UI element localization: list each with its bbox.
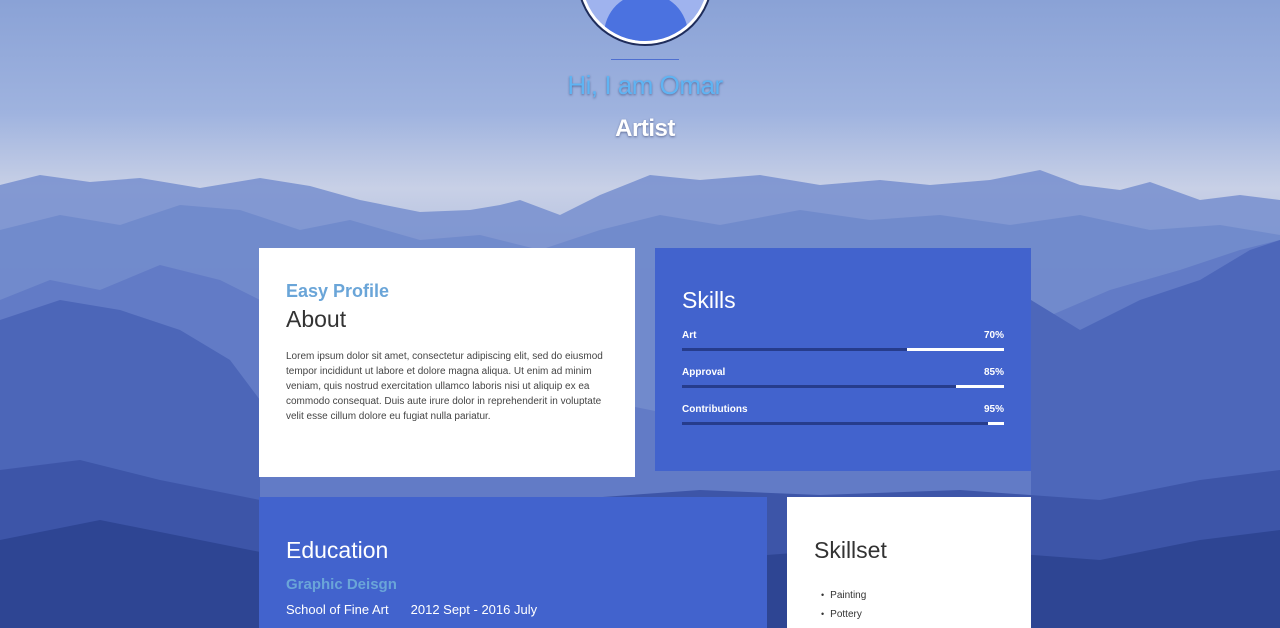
about-text: Lorem ipsum dolor sit amet, consectetur … bbox=[286, 351, 603, 422]
avatar-silhouette bbox=[604, 0, 688, 41]
skillset-title: Skillset bbox=[814, 537, 887, 563]
skill-item: Approval 85% bbox=[682, 367, 1004, 388]
skill-progress-fill bbox=[682, 385, 956, 388]
education-period: 2012 Sept - 2016 July bbox=[410, 602, 538, 617]
education-degree: Graphic Deisgn bbox=[286, 576, 397, 593]
profile-role: Artist bbox=[615, 115, 675, 142]
skill-progress-fill bbox=[682, 422, 988, 425]
skill-percent: 85% bbox=[983, 367, 1004, 378]
education-card: Education Graphic Deisgn School of Fine … bbox=[259, 497, 767, 628]
skill-item: Contributions 95% bbox=[682, 404, 1004, 425]
skillset-card: Skillset Painting Pottery bbox=[787, 497, 1031, 628]
skill-percent: 70% bbox=[983, 330, 1004, 341]
skill-label: Approval bbox=[682, 367, 726, 378]
title-divider bbox=[611, 59, 679, 60]
skill-progress-fill bbox=[682, 348, 908, 351]
education-details: School of Fine Art 2012 Sept - 2016 July bbox=[286, 602, 740, 617]
about-eyebrow: Easy Profile bbox=[286, 281, 390, 301]
skill-item: Art 70% bbox=[682, 330, 1004, 351]
skill-progress-bar bbox=[682, 385, 1004, 388]
skill-label: Contributions bbox=[682, 404, 748, 415]
skills-card: Skills Art 70% Approval 85% Contribution… bbox=[655, 248, 1031, 471]
education-school: School of Fine Art bbox=[286, 602, 389, 617]
education-title: Education bbox=[286, 537, 389, 563]
skillset-item: Painting bbox=[821, 586, 1004, 605]
skill-percent: 95% bbox=[983, 404, 1004, 415]
skill-progress-bar bbox=[682, 422, 1004, 425]
skill-label: Art bbox=[682, 330, 697, 341]
skill-progress-bar bbox=[682, 348, 1004, 351]
about-card: Easy Profile About Lorem ipsum dolor sit… bbox=[259, 248, 635, 477]
profile-greeting: Hi, I am Omar bbox=[567, 70, 723, 100]
about-title: About bbox=[286, 306, 347, 332]
skillset-item: Pottery bbox=[821, 605, 1004, 624]
skills-title: Skills bbox=[682, 287, 736, 313]
skillset-list: Painting Pottery bbox=[814, 586, 1004, 624]
